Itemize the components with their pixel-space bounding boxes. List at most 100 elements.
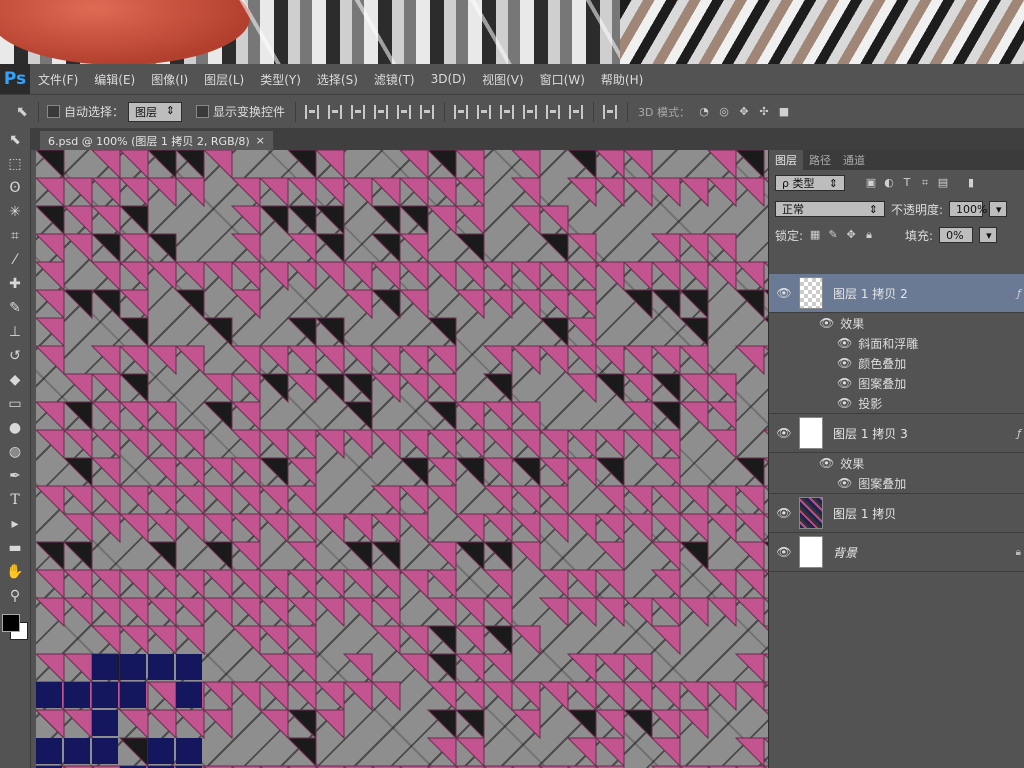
- visibility-eye-icon[interactable]: 👁︎: [769, 286, 799, 300]
- eyedropper-tool-icon[interactable]: ⁄: [0, 248, 30, 272]
- filter-shape-icon[interactable]: ⌗: [919, 177, 931, 189]
- effect-item[interactable]: 👁︎ 投影: [769, 393, 1024, 414]
- dodge-tool-icon[interactable]: ◍: [0, 440, 30, 464]
- type-tool-icon[interactable]: T: [0, 488, 30, 512]
- distribute-top-icon[interactable]: [454, 104, 469, 119]
- document-canvas[interactable]: [36, 150, 768, 768]
- fill-dropdown-button[interactable]: ▾: [979, 227, 998, 243]
- eraser-tool-icon[interactable]: ◆: [0, 368, 30, 392]
- menu-select[interactable]: 选择(S): [309, 71, 366, 88]
- menu-filter[interactable]: 滤镜(T): [366, 71, 423, 88]
- distribute-bottom-icon[interactable]: [500, 104, 515, 119]
- filter-smart-object-icon[interactable]: ▤: [937, 177, 949, 189]
- opacity-dropdown-button[interactable]: ▾: [989, 201, 1008, 217]
- zoom-tool-icon[interactable]: ⚲: [0, 584, 30, 608]
- align-left-icon[interactable]: [374, 104, 389, 119]
- menu-edit[interactable]: 编辑(E): [86, 71, 143, 88]
- align-bottom-icon[interactable]: [351, 104, 366, 119]
- auto-select-dropdown[interactable]: 图层 ⇕: [128, 101, 183, 122]
- align-vcenter-icon[interactable]: [328, 104, 343, 119]
- filter-adjustment-icon[interactable]: ◐: [883, 177, 895, 189]
- menu-3d[interactable]: 3D(D): [423, 72, 474, 86]
- fill-input[interactable]: 0%: [939, 227, 974, 243]
- crop-tool-icon[interactable]: ⌗: [0, 224, 30, 248]
- fx-icon[interactable]: ƒ: [1017, 287, 1021, 300]
- blend-mode-dropdown[interactable]: 正常 ⇕: [775, 201, 885, 217]
- visibility-eye-icon[interactable]: 👁︎: [769, 545, 799, 559]
- fx-icon[interactable]: ƒ: [1017, 427, 1021, 440]
- layer-item[interactable]: 👁︎ 图层 1 拷贝: [769, 494, 1024, 533]
- align-top-icon[interactable]: [305, 104, 320, 119]
- layer-item[interactable]: 👁︎ 背景 🔒︎: [769, 533, 1024, 572]
- magic-wand-tool-icon[interactable]: ✳: [0, 200, 30, 224]
- move-tool-icon[interactable]: ⬉: [16, 105, 28, 119]
- visibility-eye-icon[interactable]: 👁︎: [837, 376, 852, 390]
- lock-pixels-icon[interactable]: ✎: [827, 229, 839, 241]
- effect-item[interactable]: 👁︎ 颜色叠加: [769, 353, 1024, 373]
- brush-tool-icon[interactable]: ✎: [0, 296, 30, 320]
- visibility-eye-icon[interactable]: 👁︎: [769, 506, 799, 520]
- lasso-tool-icon[interactable]: ʘ: [0, 176, 30, 200]
- close-icon[interactable]: ×: [256, 134, 265, 147]
- filter-pixel-icon[interactable]: ▣: [865, 177, 877, 189]
- 3d-slide-icon[interactable]: ✣: [758, 105, 770, 118]
- history-brush-tool-icon[interactable]: ↺: [0, 344, 30, 368]
- layer-item[interactable]: 👁︎ 图层 1 拷贝 3 ƒ: [769, 414, 1024, 453]
- visibility-eye-icon[interactable]: 👁︎: [819, 456, 834, 470]
- menu-view[interactable]: 视图(V): [474, 71, 532, 88]
- 3d-scale-icon[interactable]: ■: [778, 105, 790, 118]
- lock-transparent-icon[interactable]: ▦: [809, 229, 821, 241]
- layer-filter-dropdown[interactable]: ρ 类型 ⇕: [775, 175, 845, 191]
- 3d-rotate-icon[interactable]: ◔: [698, 105, 710, 118]
- pen-tool-icon[interactable]: ✒: [0, 464, 30, 488]
- document-tab[interactable]: 6.psd @ 100% (图层 1 拷贝 2, RGB/8) ×: [40, 131, 273, 150]
- align-right-icon[interactable]: [420, 104, 435, 119]
- 3d-roll-icon[interactable]: ◎: [718, 105, 730, 118]
- effect-item[interactable]: 👁︎ 斜面和浮雕: [769, 333, 1024, 353]
- marquee-tool-icon[interactable]: ⬚: [0, 152, 30, 176]
- gradient-tool-icon[interactable]: ▭: [0, 392, 30, 416]
- effects-group[interactable]: 👁︎ 效果: [769, 453, 1024, 473]
- effect-item[interactable]: 👁︎ 图案叠加: [769, 473, 1024, 494]
- menu-layer[interactable]: 图层(L): [196, 71, 252, 88]
- visibility-eye-icon[interactable]: 👁︎: [837, 476, 852, 490]
- menu-window[interactable]: 窗口(W): [532, 71, 593, 88]
- visibility-eye-icon[interactable]: 👁︎: [769, 426, 799, 440]
- visibility-eye-icon[interactable]: 👁︎: [837, 396, 852, 410]
- auto-align-icon[interactable]: [603, 104, 618, 119]
- visibility-eye-icon[interactable]: 👁︎: [837, 336, 852, 350]
- visibility-eye-icon[interactable]: 👁︎: [819, 316, 834, 330]
- distribute-hcenter-icon[interactable]: [546, 104, 561, 119]
- filter-type-icon[interactable]: T: [901, 177, 913, 189]
- healing-brush-tool-icon[interactable]: ✚: [0, 272, 30, 296]
- tab-paths[interactable]: 路径: [803, 150, 837, 170]
- blur-tool-icon[interactable]: ●: [0, 416, 30, 440]
- auto-select-checkbox[interactable]: [47, 105, 60, 118]
- align-hcenter-icon[interactable]: [397, 104, 412, 119]
- menu-image[interactable]: 图像(I): [143, 71, 196, 88]
- effect-item[interactable]: 👁︎ 图案叠加: [769, 373, 1024, 393]
- layer-item[interactable]: 👁︎ 图层 1 拷贝 2 ƒ: [769, 274, 1024, 313]
- hand-tool-icon[interactable]: ✋: [0, 560, 30, 584]
- 3d-pan-icon[interactable]: ✥: [738, 105, 750, 118]
- tab-channels[interactable]: 通道: [837, 150, 871, 170]
- menu-type[interactable]: 类型(Y): [252, 71, 309, 88]
- foreground-color-swatch[interactable]: [2, 614, 20, 632]
- tab-layers[interactable]: 图层: [769, 150, 803, 170]
- rectangle-tool-icon[interactable]: ▬: [0, 536, 30, 560]
- distribute-left-icon[interactable]: [523, 104, 538, 119]
- effects-group[interactable]: 👁︎ 效果: [769, 313, 1024, 333]
- move-tool-icon[interactable]: ⬉: [0, 128, 30, 152]
- clone-stamp-tool-icon[interactable]: ⊥: [0, 320, 30, 344]
- show-transform-checkbox[interactable]: [196, 105, 210, 118]
- menu-help[interactable]: 帮助(H): [593, 71, 651, 88]
- lock-position-icon[interactable]: ✥: [845, 229, 857, 241]
- lock-all-icon[interactable]: 🔒︎: [863, 229, 875, 241]
- opacity-input[interactable]: 100%: [949, 201, 988, 217]
- filter-toggle-icon[interactable]: ▮: [965, 177, 977, 189]
- visibility-eye-icon[interactable]: 👁︎: [837, 356, 852, 370]
- menu-file[interactable]: 文件(F): [30, 71, 86, 88]
- path-selection-tool-icon[interactable]: ▸: [0, 512, 30, 536]
- distribute-vcenter-icon[interactable]: [477, 104, 492, 119]
- distribute-right-icon[interactable]: [569, 104, 584, 119]
